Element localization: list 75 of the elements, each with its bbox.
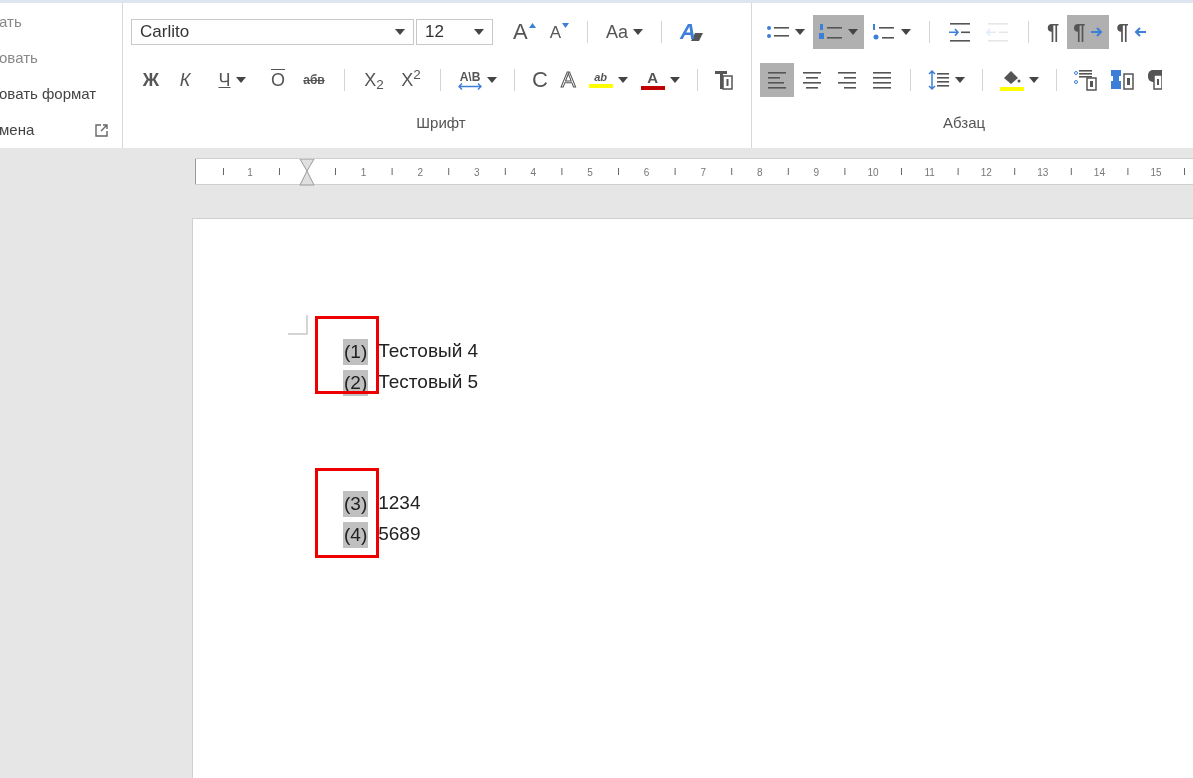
ruler-number: 13 [1037, 166, 1049, 180]
list-number: (3) [343, 490, 369, 517]
double-arrow-icon [458, 82, 482, 90]
menu-item[interactable]: ать [0, 10, 22, 34]
clear-format-button[interactable]: A [674, 15, 709, 49]
ruler-number: 8 [757, 166, 763, 180]
strikethrough-button[interactable]: абв [295, 63, 333, 97]
arrange-icon [1111, 69, 1135, 91]
ruler-number: 6 [643, 166, 650, 180]
bold-button[interactable]: Ж [135, 63, 167, 97]
ruler-number: 1 [247, 166, 253, 180]
grow-font-button[interactable]: A [507, 15, 542, 49]
list-number: (4) [343, 521, 369, 548]
multilevel-list-icon [872, 23, 896, 41]
script-button[interactable]: X$_{2}$ [356, 63, 392, 97]
ruler-number: 2 [417, 166, 423, 180]
font-name-field[interactable]: Carlito [131, 19, 414, 45]
script-button[interactable]: X$^{2}$ [393, 63, 429, 97]
triangle-down-icon [562, 22, 570, 28]
menu-item[interactable]: овать формат [0, 82, 97, 106]
overline-button[interactable]: О [262, 63, 294, 97]
ruler-number: 1 [360, 166, 367, 180]
wrap-icon [1148, 69, 1162, 91]
text-box-icon [714, 70, 733, 90]
highlight-button[interactable]: ab [582, 63, 634, 97]
indent-marker-icon[interactable] [299, 159, 315, 186]
paragraph-direction-button[interactable]: ¶ [1110, 15, 1152, 49]
text-wrap-icon [1074, 69, 1098, 91]
group-label: Шрифт [416, 113, 466, 134]
small-caps-button[interactable]: C [526, 63, 554, 97]
ruler-number: 4 [530, 166, 537, 180]
group-label: Абзац [943, 113, 986, 134]
character-spacing-button[interactable]: A\B [452, 63, 503, 97]
arrow-icon [1090, 27, 1103, 37]
numbered-list-icon [819, 23, 843, 41]
numbering-button[interactable] [813, 15, 864, 49]
caret-icon [395, 29, 405, 35]
margin-corner-icon [288, 315, 308, 335]
align-center-icon [801, 71, 823, 89]
align-left-button[interactable] [760, 63, 794, 97]
list-item-text: 5689 [378, 522, 421, 547]
triangle-up-icon [528, 22, 536, 28]
align-left-icon [766, 71, 788, 89]
list-item-text: 1234 [378, 491, 421, 516]
ruler-number: 7 [700, 166, 706, 180]
font-size-field[interactable]: 12 [416, 19, 493, 45]
dialog-launcher-icon[interactable] [95, 123, 108, 137]
list-item-text: Тестовый 5 [378, 370, 479, 395]
underline-button[interactable]: Ч [203, 63, 261, 97]
outdent-icon [986, 22, 1010, 42]
change-case-button[interactable]: Aa [600, 15, 650, 49]
ruler-number: 12 [980, 166, 992, 180]
ruler-number: 10 [867, 166, 879, 180]
ruler-number: 11 [924, 166, 935, 180]
menu-item[interactable]: овать [0, 46, 38, 70]
list-item-text: Тестовый 4 [378, 339, 479, 364]
indent-icon [948, 22, 972, 42]
bullet-list-icon [766, 24, 790, 40]
line-spacing-icon [928, 69, 950, 91]
arrow-icon [1133, 27, 1146, 37]
ruler-number: 3 [474, 166, 480, 180]
italic-button[interactable]: К [168, 63, 202, 97]
font-color-button[interactable]: A [634, 63, 686, 97]
paint-bucket-icon [1000, 69, 1024, 91]
caret-icon [474, 29, 484, 35]
formatting-marks-button[interactable]: ¶ [1041, 15, 1066, 49]
ruler-number: 5 [587, 166, 593, 180]
list-number: (1) [343, 338, 369, 365]
shrink-font-button[interactable]: A [543, 15, 576, 49]
ruler-number: 9 [813, 166, 820, 180]
menu-item[interactable]: мена [0, 118, 35, 142]
justify-icon [871, 71, 893, 89]
ruler-number: 15 [1150, 166, 1162, 180]
ruler-number: 14 [1093, 166, 1105, 180]
align-right-icon [836, 71, 858, 89]
